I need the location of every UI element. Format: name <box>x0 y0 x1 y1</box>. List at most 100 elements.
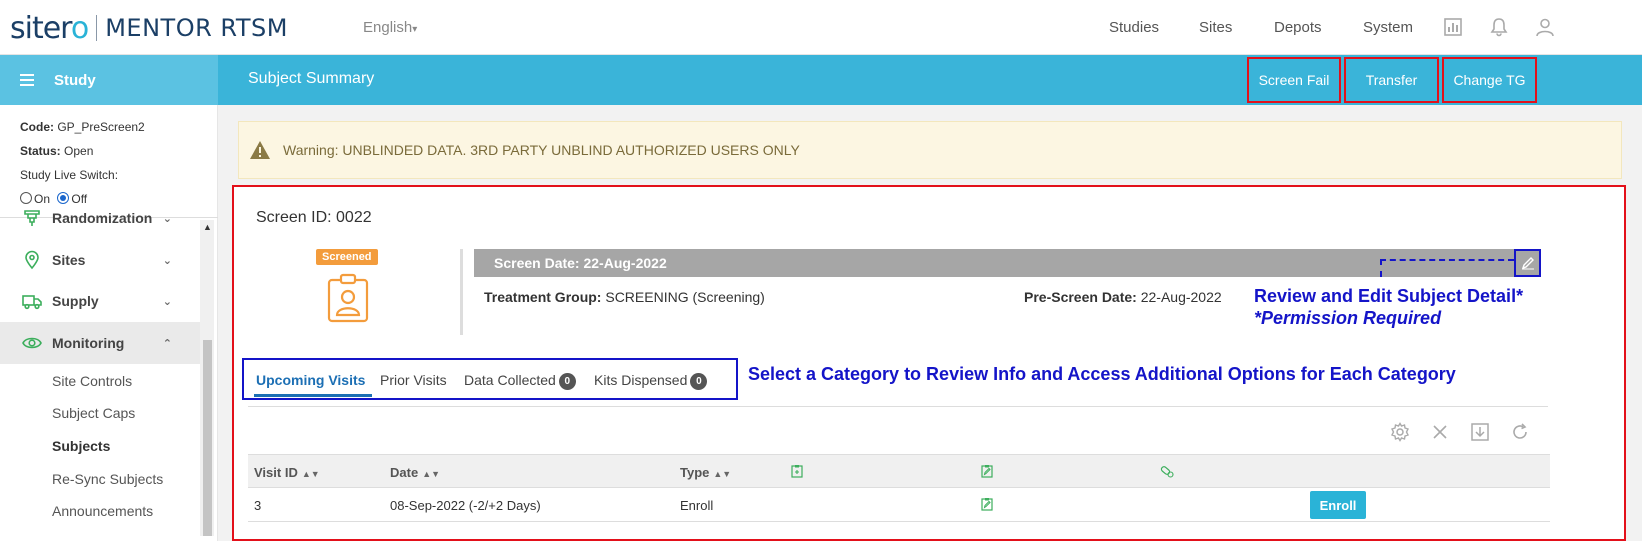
map-pin-icon <box>25 250 39 270</box>
nav-studies[interactable]: Studies <box>1109 19 1159 36</box>
language-select[interactable]: English▾ <box>363 19 417 36</box>
count-badge: 0 <box>690 373 708 390</box>
sort-icon: ▲▼ <box>713 469 732 479</box>
warning-text: Warning: UNBLINDED DATA. 3RD PARTY UNBLI… <box>283 142 800 158</box>
sidebar-item-label: Sites <box>52 252 86 268</box>
nav-system[interactable]: System <box>1363 19 1413 36</box>
code-label: Code: <box>20 120 54 134</box>
scrollbar-thumb[interactable] <box>203 340 212 536</box>
tab-prior-visits[interactable]: Prior Visits <box>380 372 447 388</box>
category-tabs: Upcoming Visits Prior Visits Data Collec… <box>242 358 738 400</box>
sidebar-item-supply[interactable]: Supply ⌄ <box>0 280 200 322</box>
sidebar-subitem-subjects[interactable]: Subjects <box>52 438 110 454</box>
prescreen-date-label: Pre-Screen Date: <box>1024 289 1137 305</box>
visits-card: Upcoming Visits Prior Visits Data Collec… <box>232 350 1626 541</box>
sidebar-item-label: Supply <box>52 293 99 309</box>
warning-banner: Warning: UNBLINDED DATA. 3RD PARTY UNBLI… <box>238 121 1622 179</box>
status-value: Open <box>64 144 94 158</box>
tab-data-collected[interactable]: Data Collected 0 <box>464 372 576 390</box>
sort-icon: ▲▼ <box>301 469 320 479</box>
chevron-down-icon: ⌄ <box>162 212 172 225</box>
pill-icon <box>1160 466 1174 478</box>
edit-subject-button[interactable] <box>1514 249 1541 277</box>
subject-clipboard-icon <box>327 273 369 323</box>
annotation-connector-vertical <box>1380 259 1382 277</box>
screen-fail-button[interactable]: Screen Fail <box>1247 57 1341 103</box>
download-icon[interactable] <box>1470 422 1490 442</box>
truck-icon <box>22 295 42 310</box>
cell-date: 08-Sep-2022 (-2/+2 Days) <box>390 498 541 513</box>
study-title: Study <box>54 71 96 89</box>
nav-depots[interactable]: Depots <box>1274 19 1322 36</box>
sidebar-subitem-site-controls[interactable]: Site Controls <box>52 373 132 389</box>
column-header-date[interactable]: Date ▲▼ <box>390 465 440 480</box>
reports-icon[interactable] <box>1443 17 1463 37</box>
sidebar-item-randomization[interactable]: Randomization ⌄ <box>0 197 200 239</box>
transfer-button[interactable]: Transfer <box>1344 57 1439 103</box>
prescreen-date: Pre-Screen Date: 22-Aug-2022 <box>1024 289 1222 305</box>
card-divider <box>460 249 463 335</box>
table-header: Visit ID ▲▼ Date ▲▼ Type ▲▼ <box>248 454 1550 488</box>
sidebar-subitem-resync-subjects[interactable]: Re-Sync Subjects <box>52 471 163 487</box>
cell-type: Enroll <box>680 498 714 513</box>
treatment-group: Treatment Group: SCREENING (Screening) <box>484 289 765 305</box>
change-tg-button[interactable]: Change TG <box>1442 57 1537 103</box>
refresh-icon[interactable] <box>1510 422 1530 442</box>
chevron-down-icon: ⌄ <box>162 254 172 267</box>
eye-icon <box>22 337 42 349</box>
column-header-type[interactable]: Type ▲▼ <box>680 465 731 480</box>
status-badge: Screened <box>316 249 378 265</box>
scroll-up-arrow-icon[interactable]: ▲ <box>203 222 212 232</box>
treatment-group-value: SCREENING (Screening) <box>605 289 765 305</box>
caret-down-icon: ▾ <box>412 24 418 35</box>
pencil-icon <box>1521 257 1534 270</box>
column-label: Date <box>390 465 419 480</box>
tab-label: Data Collected <box>464 372 556 388</box>
sidebar-item-monitoring[interactable]: Monitoring ⌃ <box>0 322 200 364</box>
tab-upcoming-visits[interactable]: Upcoming Visits <box>256 372 365 388</box>
sidebar-subitem-announcements[interactable]: Announcements <box>52 503 153 519</box>
table-row: 3 08-Sep-2022 (-2/+2 Days) Enroll Enroll <box>248 488 1550 522</box>
code-value: GP_PreScreen2 <box>57 120 145 134</box>
clipboard-edit-icon[interactable] <box>980 497 994 511</box>
count-badge: 0 <box>558 373 576 390</box>
bell-icon[interactable] <box>1489 17 1509 37</box>
screen-date: Screen Date: 22-Aug-2022 <box>494 255 667 271</box>
sidebar-item-label: Randomization <box>52 210 153 226</box>
randomization-icon <box>24 210 40 226</box>
sidebar-item-label: Monitoring <box>52 335 125 351</box>
screen-date-bar: Screen Date: 22-Aug-2022 <box>474 249 1538 277</box>
warning-icon <box>250 141 270 159</box>
category-annotation: Select a Category to Review Info and Acc… <box>748 364 1456 384</box>
chevron-down-icon: ⌄ <box>162 295 172 308</box>
sitero-logo[interactable]: sitero MENTOR RTSM <box>10 10 288 46</box>
cell-visit-id: 3 <box>254 498 262 513</box>
page-header: Study Subject Summary Screen Fail Transf… <box>0 55 1642 105</box>
active-tab-indicator <box>254 394 372 397</box>
tabs-divider <box>248 406 1548 407</box>
live-switch-label: Study Live Switch: <box>20 168 119 182</box>
hamburger-icon[interactable] <box>20 71 34 89</box>
sidebar-subitem-subject-caps[interactable]: Subject Caps <box>52 405 135 421</box>
user-icon[interactable] <box>1535 17 1555 37</box>
logo-divider <box>96 15 98 41</box>
column-header-visit-id[interactable]: Visit ID ▲▼ <box>254 465 320 480</box>
logo-text-o: o <box>70 10 89 46</box>
page-title: Subject Summary <box>248 70 375 87</box>
clipboard-icon <box>791 465 803 478</box>
tab-kits-dispensed[interactable]: Kits Dispensed 0 <box>594 372 708 390</box>
annotation-connector <box>1380 259 1514 261</box>
gear-icon[interactable] <box>1390 422 1410 442</box>
enroll-button[interactable]: Enroll <box>1310 491 1366 519</box>
close-icon[interactable] <box>1430 422 1450 442</box>
tab-label: Kits Dispensed <box>594 372 688 388</box>
logo-text: siter <box>10 10 72 46</box>
edit-annotation-line1: Review and Edit Subject Detail* <box>1254 286 1524 306</box>
column-label: Visit ID <box>254 465 298 480</box>
edit-annotation-line2: *Permission Required <box>1254 308 1442 328</box>
nav-sites[interactable]: Sites <box>1199 19 1232 36</box>
sidebar-item-sites[interactable]: Sites ⌄ <box>0 239 200 281</box>
chevron-up-icon: ⌃ <box>162 337 172 350</box>
language-label: English <box>363 19 413 36</box>
prescreen-date-value: 22-Aug-2022 <box>1140 289 1222 305</box>
